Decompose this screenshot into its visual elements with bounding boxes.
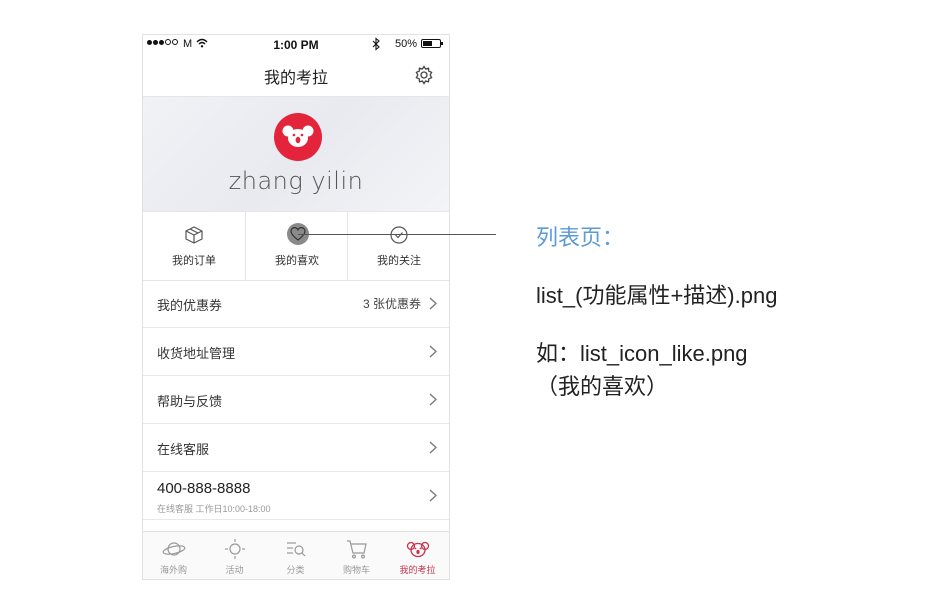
tab-activity-label: 活动	[225, 565, 244, 575]
callout-line	[298, 234, 496, 235]
annotation-title: 列表页：	[536, 225, 625, 250]
check-circle-icon	[390, 226, 408, 244]
status-bar: M 1:00 PM 50%	[143, 35, 449, 55]
online-service-row[interactable]: 在线客服	[143, 424, 449, 472]
koala-logo-icon	[282, 125, 314, 147]
sun-icon	[225, 539, 245, 559]
tab-cart-label: 购物车	[342, 565, 370, 575]
hotline-hours: 在线客服 工作日10:00-18:00	[157, 504, 271, 514]
tab-category[interactable]: 分类	[265, 532, 326, 579]
chevron-right-icon	[429, 441, 437, 454]
chevron-right-icon	[429, 489, 437, 502]
koala-icon	[406, 541, 430, 558]
annotation-example-note: （我的喜欢）	[536, 374, 669, 399]
battery-percent: 50%	[395, 38, 418, 50]
gear-icon[interactable]	[413, 64, 435, 86]
avatar[interactable]	[274, 113, 322, 161]
coupons-count: 3 张优惠券	[362, 297, 421, 311]
tab-my-kaola-label: 我的考拉	[399, 565, 436, 575]
planet-icon	[162, 542, 186, 556]
my-follows-button[interactable]: 我的关注	[347, 212, 449, 280]
tab-bar: 海外购 活动 分类 购物车 我的考拉	[143, 531, 449, 579]
hotline-row[interactable]: 400-888-8888 在线客服 工作日10:00-18:00	[143, 472, 449, 520]
profile-header: zhang yilin	[143, 97, 449, 211]
annotation-example: 如：list_icon_like.png	[536, 341, 748, 366]
chevron-right-icon	[429, 345, 437, 358]
tab-overseas-label: 海外购	[159, 565, 187, 575]
bluetooth-icon	[372, 37, 380, 51]
tab-category-label: 分类	[286, 565, 305, 575]
quick-actions: 我的订单 我的喜欢 我的关注	[143, 211, 449, 281]
category-search-icon	[287, 542, 306, 557]
tab-activity[interactable]: 活动	[204, 532, 265, 579]
box-icon	[185, 226, 203, 244]
my-likes-label: 我的喜欢	[275, 255, 319, 267]
cart-icon	[347, 540, 367, 559]
battery-icon	[421, 39, 443, 48]
help-feedback-row[interactable]: 帮助与反馈	[143, 376, 449, 424]
username: zhang yilin	[228, 167, 364, 195]
coupons-row[interactable]: 我的优惠券 3 张优惠券	[143, 280, 449, 328]
tab-my-kaola[interactable]: 我的考拉	[387, 532, 448, 579]
nav-bar: 我的考拉	[143, 55, 449, 97]
tab-cart[interactable]: 购物车	[326, 532, 387, 579]
address-label: 收货地址管理	[157, 346, 236, 361]
tab-overseas[interactable]: 海外购	[143, 532, 204, 579]
my-orders-button[interactable]: 我的订单	[143, 212, 245, 280]
my-follows-label: 我的关注	[377, 255, 421, 267]
address-row[interactable]: 收货地址管理	[143, 328, 449, 376]
chevron-right-icon	[429, 393, 437, 406]
chevron-right-icon	[429, 297, 437, 310]
page-title: 我的考拉	[263, 70, 328, 87]
hotline-number: 400-888-8888	[157, 480, 251, 497]
online-service-label: 在线客服	[157, 442, 210, 457]
help-feedback-label: 帮助与反馈	[157, 394, 223, 409]
coupons-label: 我的优惠券	[157, 298, 223, 313]
phone-screen: M 1:00 PM 50% 我的考拉 zhang yilin 我的订单 我的喜欢…	[142, 34, 450, 580]
my-orders-label: 我的订单	[172, 255, 216, 267]
annotation-naming-rule: list_(功能属性+描述).png	[536, 283, 778, 308]
